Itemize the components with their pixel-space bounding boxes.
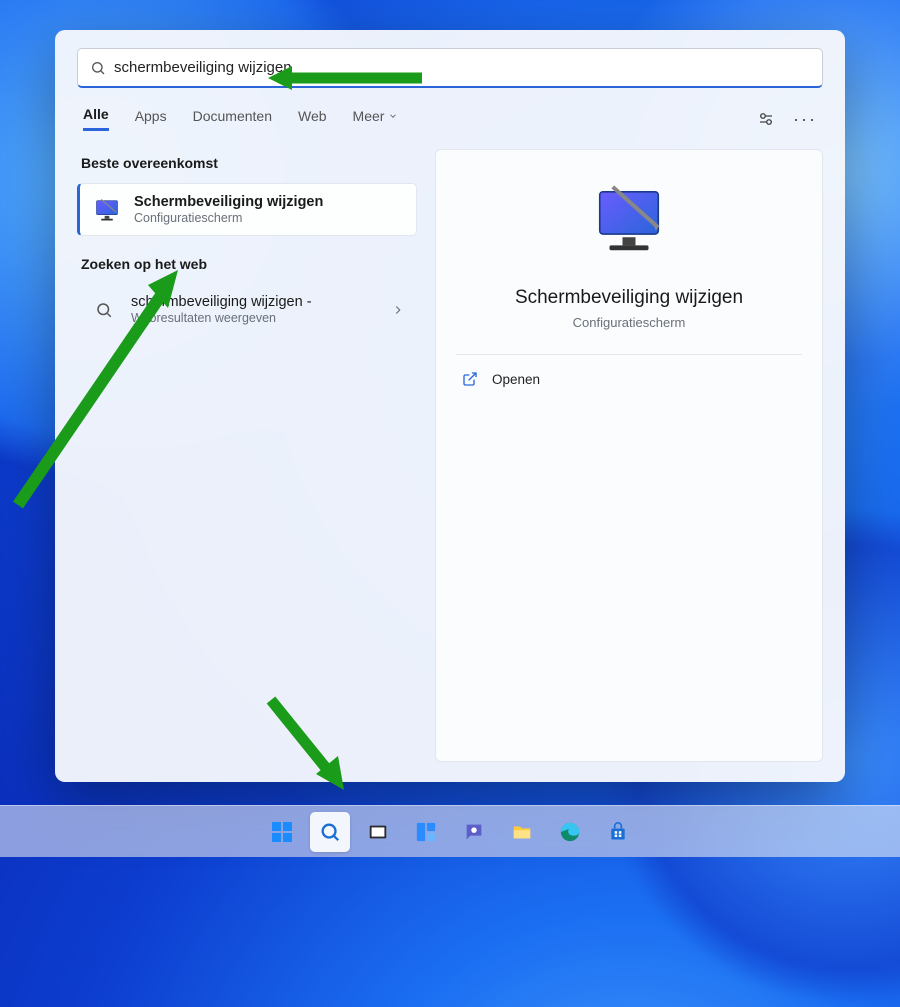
search-icon	[89, 295, 119, 325]
open-action[interactable]: Openen	[456, 361, 802, 397]
best-match-title: Schermbeveiliging wijzigen	[134, 194, 404, 210]
tab-apps[interactable]: Apps	[135, 108, 167, 130]
tab-documents[interactable]: Documenten	[193, 108, 272, 130]
file-explorer-button[interactable]	[502, 812, 542, 852]
chevron-down-icon	[388, 111, 398, 121]
results-column: Beste overeenkomst Schermbeveiliging wij…	[77, 149, 417, 762]
preview-pane: Schermbeveiliging wijzigen Configuraties…	[435, 149, 823, 762]
store-button[interactable]	[598, 812, 638, 852]
best-match-result[interactable]: Schermbeveiliging wijzigen Configuraties…	[77, 183, 417, 236]
more-options-button[interactable]: ···	[793, 110, 817, 128]
preview-title: Schermbeveiliging wijzigen	[456, 287, 802, 309]
preview-app-icon	[590, 182, 668, 265]
task-view-button[interactable]	[358, 812, 398, 852]
preview-subtitle: Configuratiescherm	[456, 315, 802, 330]
tab-web[interactable]: Web	[298, 108, 327, 130]
screensaver-icon	[92, 195, 122, 225]
best-match-label: Beste overeenkomst	[81, 155, 413, 171]
start-search-panel: Alle Apps Documenten Web Meer ··· Beste …	[55, 30, 845, 782]
taskbar	[0, 805, 900, 857]
tab-more[interactable]: Meer	[353, 108, 399, 130]
search-input[interactable]	[106, 59, 810, 76]
search-icon	[90, 60, 106, 76]
web-section-label: Zoeken op het web	[81, 256, 413, 272]
taskbar-search-button[interactable]	[310, 812, 350, 852]
widgets-button[interactable]	[406, 812, 446, 852]
web-result[interactable]: schermbeveiliging wijzigen - Webresultat…	[77, 284, 417, 335]
chevron-right-icon	[391, 303, 405, 317]
best-match-subtitle: Configuratiescherm	[134, 211, 404, 225]
search-box[interactable]	[77, 48, 823, 88]
open-external-icon	[462, 371, 478, 387]
edge-button[interactable]	[550, 812, 590, 852]
divider	[456, 354, 802, 355]
tab-all[interactable]: Alle	[83, 106, 109, 131]
start-button[interactable]	[262, 812, 302, 852]
filter-tabs: Alle Apps Documenten Web Meer ···	[77, 106, 823, 131]
open-action-label: Openen	[492, 372, 540, 387]
chat-button[interactable]	[454, 812, 494, 852]
search-settings-icon[interactable]	[757, 110, 775, 128]
web-result-subtitle: Webresultaten weergeven	[131, 311, 391, 325]
web-result-title: schermbeveiliging wijzigen -	[131, 294, 391, 310]
